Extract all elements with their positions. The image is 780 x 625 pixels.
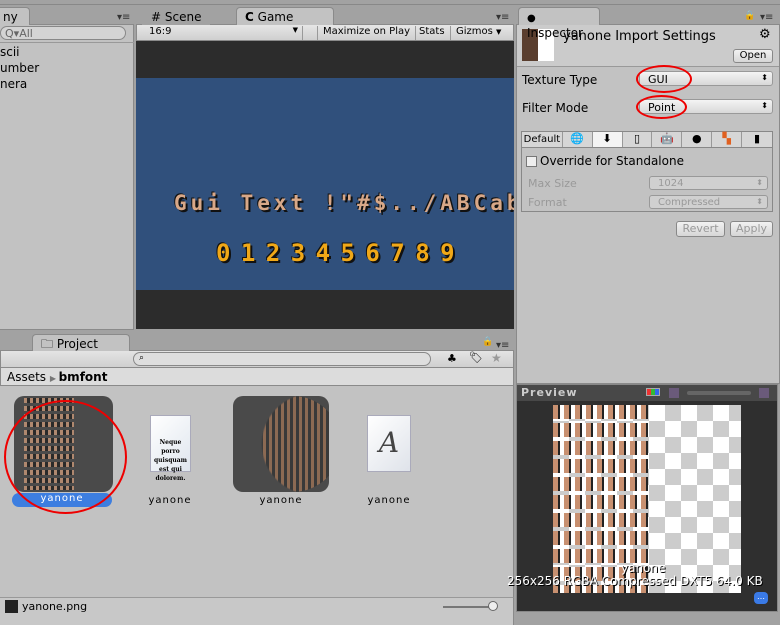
tab-hierarchy[interactable]: ny [0, 7, 30, 25]
asset-label: yanone [148, 495, 192, 506]
toolbar-remnant [0, 0, 780, 5]
annotation-circle [636, 95, 687, 119]
filter-by-label-icon[interactable]: 🏷 [469, 351, 483, 364]
game-toolbar: 16:9 ▼ Maximize on Play Stats Gizmos ▼ [136, 24, 514, 41]
preview-asset-name: yanone [621, 561, 666, 575]
inspector-title: yanone Import Settings [563, 29, 716, 44]
info-icon: ● [527, 13, 536, 24]
mip-small-icon [669, 388, 679, 398]
tab-inspector[interactable]: ● Inspector [518, 7, 600, 40]
panel-menu-icon[interactable]: ▾≡ [496, 12, 509, 23]
maximize-on-play-toggle[interactable]: Maximize on Play [317, 26, 417, 40]
texture-file-icon [5, 600, 18, 613]
filter-mode-label: Filter Mode [522, 101, 589, 115]
preview-header: Preview [517, 385, 777, 401]
revert-button[interactable]: Revert [676, 221, 725, 237]
breadcrumb-assets[interactable]: Assets [7, 370, 46, 384]
preview-panel: Preview yanone 256x256 RGBA Compressed D… [507, 384, 778, 612]
aspect-dropdown[interactable]: 16:9 ▼ [141, 26, 303, 40]
material-sphere [245, 396, 329, 492]
mip-large-icon [759, 388, 769, 398]
favorites-star-icon[interactable]: ★ [491, 351, 502, 365]
override-label: Override for Standalone [540, 154, 684, 168]
windows-icon[interactable]: ▚ [712, 132, 743, 147]
panel-menu-icon[interactable]: ▾≡ [760, 12, 773, 23]
more-options-icon[interactable]: … [754, 592, 768, 604]
pacman-icon: C [245, 10, 254, 24]
filter-by-type-icon[interactable]: ♣ [447, 352, 457, 365]
max-size-dropdown[interactable]: 1024 [649, 176, 768, 190]
slider-thumb[interactable] [488, 601, 498, 611]
format-dropdown[interactable]: Compressed [649, 195, 768, 209]
rgb-channel-icon[interactable] [646, 388, 660, 396]
preview-info: 256x256 RGBA Compressed DXT5 64.0 KB [507, 574, 763, 588]
selected-file-name: yanone.png [22, 600, 88, 613]
android-icon[interactable]: 🤖 [652, 132, 683, 147]
hierarchy-item[interactable]: scii [0, 45, 20, 59]
flash-device-icon[interactable]: ▮ [742, 132, 772, 147]
texture-type-label: Texture Type [522, 73, 598, 87]
hierarchy-panel: Q▾All scii umber nera [0, 24, 134, 330]
document-icon[interactable]: Neque porro quisquam est qui dolorem. [150, 415, 191, 482]
asset-label: yanone [259, 495, 303, 506]
project-search-input[interactable]: ⌕ [133, 352, 431, 366]
iphone-icon[interactable]: ▯ [623, 132, 653, 147]
blackberry-icon[interactable]: ● [682, 132, 713, 147]
hierarchy-item[interactable]: nera [0, 77, 27, 91]
font-asset-icon[interactable]: A [367, 415, 411, 472]
platform-tab-default[interactable]: Default [522, 132, 563, 147]
project-toolbar: ⌕ ♣ 🏷 ★ [0, 350, 514, 368]
breadcrumb-bmfont[interactable]: bmfont [59, 370, 108, 384]
standalone-download-icon[interactable]: ⬇ [592, 132, 623, 147]
game-viewport[interactable]: Gui Text !"#$../ABCabcg 0 1 2 3 4 5 6 7 … [136, 41, 514, 329]
lock-icon[interactable]: 🔒 [482, 337, 493, 347]
platform-settings-box: Override for Standalone Max Size 1024 Fo… [521, 148, 773, 212]
breadcrumb: Assets ▶ bmfont [0, 368, 514, 386]
stats-toggle[interactable]: Stats [414, 26, 451, 40]
mip-level-slider[interactable] [687, 391, 751, 395]
grid-icon: # [151, 10, 162, 24]
annotation-circle [4, 400, 127, 514]
open-button[interactable]: Open [733, 49, 773, 63]
max-size-label: Max Size [528, 177, 577, 190]
lock-icon[interactable]: 🔒 [744, 11, 755, 21]
breadcrumb-arrow-icon: ▶ [49, 374, 59, 383]
panel-menu-icon[interactable]: ▾≡ [117, 12, 130, 23]
platform-tabs: Default 🌐 ⬇ ▯ 🤖 ● ▚ ▮ [521, 131, 773, 148]
tab-game[interactable]: C Game [236, 7, 334, 25]
asset-label: yanone [367, 495, 411, 506]
preview-title: Preview [521, 386, 578, 399]
web-globe-icon[interactable]: 🌐 [563, 132, 593, 147]
hierarchy-item[interactable]: umber [0, 61, 39, 75]
override-checkbox[interactable] [526, 156, 537, 167]
gui-text-line: Gui Text !"#$../ABCabcg [174, 191, 514, 215]
tab-scene[interactable]: # Scene [142, 7, 211, 25]
asset-material-yanone[interactable] [233, 396, 329, 492]
project-status-bar: yanone.png [0, 597, 514, 625]
annotation-circle [636, 65, 692, 93]
tab-project[interactable]: 🗀 Project [32, 334, 130, 351]
gear-icon[interactable]: ⚙ [759, 27, 771, 42]
folder-icon: 🗀 [41, 337, 54, 351]
gizmos-toggle[interactable]: Gizmos ▼ [451, 26, 506, 40]
number-line: 0 1 2 3 4 5 6 7 8 9 [216, 239, 455, 267]
format-label: Format [528, 196, 567, 209]
hierarchy-search-input[interactable]: Q▾All [0, 26, 126, 40]
apply-button[interactable]: Apply [730, 221, 773, 237]
